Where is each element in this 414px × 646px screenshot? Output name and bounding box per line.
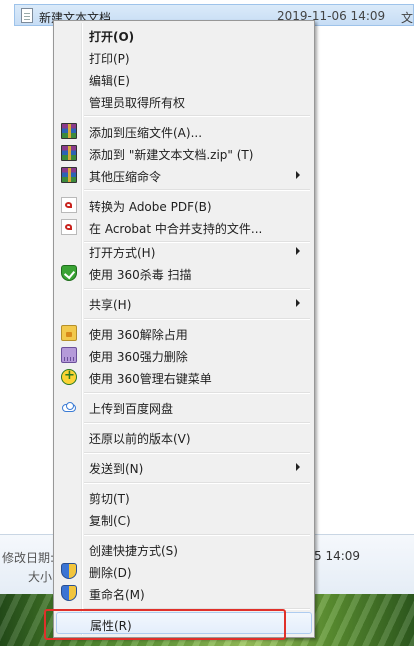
menu-item-label: 管理员取得所有权 (89, 96, 186, 110)
menu-item-label: 其他压缩命令 (89, 170, 162, 184)
size-label: 大小: (28, 570, 57, 584)
menu-item-copy[interactable]: 复制(C) (56, 508, 312, 530)
menu-item-label: 发送到(N) (89, 462, 144, 476)
modified-date-value: 5 14:09 (314, 549, 361, 563)
menu-item-label: 打开(O) (89, 30, 135, 44)
menu-item-send-to[interactable]: 发送到(N) (56, 456, 312, 478)
menu-item-label: 添加到压缩文件(A)... (89, 126, 203, 140)
menu-separator (84, 534, 310, 536)
menu-item-delete[interactable]: 删除(D) (56, 560, 312, 582)
menu-item-restore-versions[interactable]: 还原以前的版本(V) (56, 426, 312, 448)
menu-item-label: 编辑(E) (89, 74, 130, 88)
menu-item-cut[interactable]: 剪切(T) (56, 486, 312, 508)
menu-item-add-to-zip[interactable]: 添加到 "新建文本文档.zip" (T) (56, 142, 312, 164)
uac-shield-icon (61, 563, 77, 579)
menu-item-360-scan[interactable]: 使用 360杀毒 扫描 (56, 262, 312, 284)
menu-separator (84, 318, 310, 320)
menu-item-label: 复制(C) (89, 514, 131, 528)
modified-date-label: 修改日期: (2, 551, 55, 565)
menu-item-label: 剪切(T) (89, 492, 130, 506)
menu-item-take-ownership[interactable]: 管理员取得所有权 (56, 90, 312, 112)
menu-item-share[interactable]: 共享(H) (56, 292, 312, 314)
menu-item-label: 共享(H) (89, 298, 132, 312)
menu-item-360-unlock[interactable]: 使用 360解除占用 (56, 322, 312, 344)
menu-item-create-shortcut[interactable]: 创建快捷方式(S) (56, 538, 312, 560)
menu-item-label: 在 Acrobat 中合并支持的文件... (89, 222, 263, 236)
menu-separator (84, 392, 310, 394)
text-file-icon (21, 8, 33, 23)
menu-item-label: 使用 360管理右键菜单 (89, 372, 212, 386)
menu-item-other-compress[interactable]: 其他压缩命令 (56, 164, 312, 186)
menu-item-baidu-upload[interactable]: 上传到百度网盘 (56, 396, 312, 418)
menu-item-label: 使用 360解除占用 (89, 328, 188, 342)
winrar-icon (61, 123, 77, 139)
submenu-arrow-icon (296, 299, 300, 307)
menu-item-convert-pdf[interactable]: 转换为 Adobe PDF(B) (56, 194, 312, 216)
menu-item-rename[interactable]: 重命名(M) (56, 582, 312, 604)
menu-separator (84, 452, 310, 454)
file-type: 文 (401, 11, 414, 25)
menu-item-label: 上传到百度网盘 (89, 402, 174, 416)
menu-item-label: 打开方式(H) (89, 246, 156, 260)
menu-separator (84, 115, 310, 117)
submenu-arrow-icon (296, 171, 300, 179)
menu-item-label: 添加到 "新建文本文档.zip" (T) (89, 148, 254, 162)
cloud-icon (61, 399, 77, 415)
menu-separator (84, 422, 310, 424)
submenu-arrow-icon (296, 247, 300, 255)
menu-item-label: 重命名(M) (89, 588, 145, 602)
menu-item-open[interactable]: 打开(O) (56, 24, 312, 46)
context-menu: 打开(O) 打印(P) 编辑(E) 管理员取得所有权 添加到压缩文件(A)...… (53, 20, 315, 638)
menu-item-360-force-delete[interactable]: 使用 360强力删除 (56, 344, 312, 366)
menu-item-acrobat-combine[interactable]: 在 Acrobat 中合并支持的文件... (56, 216, 312, 238)
pdf-icon (61, 197, 77, 213)
submenu-arrow-icon (296, 463, 300, 471)
winrar-icon (61, 145, 77, 161)
menu-item-label: 使用 360杀毒 扫描 (89, 268, 192, 282)
menu-item-360-context-manager[interactable]: 使用 360管理右键菜单 (56, 366, 312, 388)
annotation-highlight-box (44, 609, 286, 640)
menu-separator (84, 288, 310, 290)
menu-separator (84, 482, 310, 484)
menu-item-label: 创建快捷方式(S) (89, 544, 178, 558)
shredder-icon (61, 347, 77, 363)
winrar-icon (61, 167, 77, 183)
360-menu-icon (61, 368, 77, 385)
shield-icon (61, 265, 77, 281)
menu-separator (84, 189, 310, 191)
menu-item-label: 删除(D) (89, 566, 132, 580)
menu-item-open-with[interactable]: 打开方式(H) (56, 240, 312, 262)
menu-item-label: 打印(P) (89, 52, 130, 66)
menu-item-print[interactable]: 打印(P) (56, 46, 312, 68)
menu-item-add-to-archive[interactable]: 添加到压缩文件(A)... (56, 120, 312, 142)
menu-item-edit[interactable]: 编辑(E) (56, 68, 312, 90)
menu-item-label: 还原以前的版本(V) (89, 432, 191, 446)
menu-item-label: 使用 360强力删除 (89, 350, 188, 364)
menu-item-label: 转换为 Adobe PDF(B) (89, 200, 212, 214)
uac-shield-icon (61, 585, 77, 601)
pdf-icon (61, 219, 77, 235)
folder-lock-icon (61, 325, 77, 341)
